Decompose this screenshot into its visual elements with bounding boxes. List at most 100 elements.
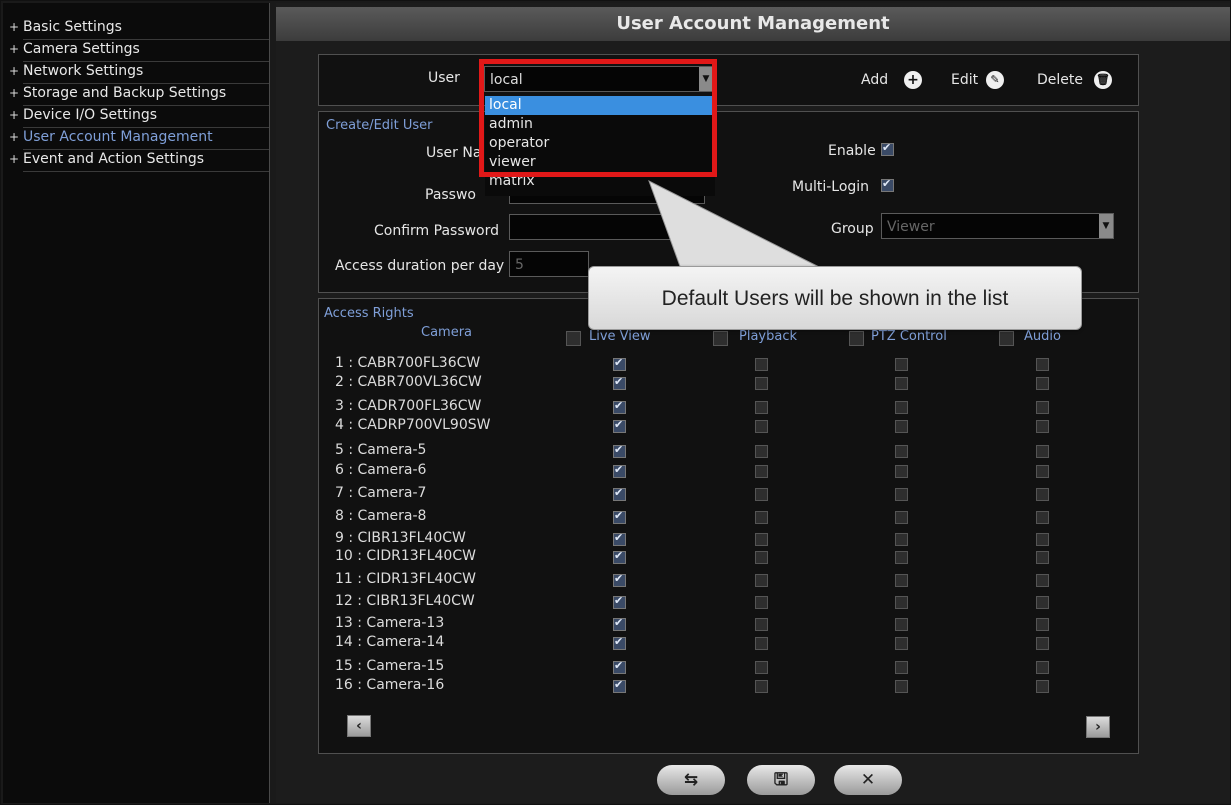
playback-checkbox[interactable] [755,465,768,478]
playback-checkbox[interactable] [755,401,768,414]
sidebar-item-basic-settings[interactable]: + Basic Settings [9,17,269,40]
live-checkbox[interactable] [613,635,626,650]
audio-checkbox[interactable] [1036,661,1049,674]
sidebar-item-network-settings[interactable]: + Network Settings [9,61,269,84]
playback-checkbox[interactable] [755,488,768,501]
expand-icon: + [9,152,20,166]
live-checkbox[interactable] [613,531,626,546]
playback-checkbox[interactable] [755,574,768,587]
user-select[interactable]: local ▼ [484,66,714,92]
ptz-checkbox[interactable] [895,637,908,650]
live-checkbox[interactable] [613,443,626,458]
group-select[interactable]: Viewer ▼ [881,213,1114,239]
audio-checkbox[interactable] [1036,401,1049,414]
audio-checkbox[interactable] [1036,596,1049,609]
enable-checkbox[interactable] [881,141,894,156]
audio-checkbox[interactable] [1036,618,1049,631]
ptz-checkbox[interactable] [895,401,908,414]
sidebar-item-label: Basic Settings [23,19,122,35]
live-view-all-checkbox[interactable] [566,331,581,346]
audio-checkbox[interactable] [1036,680,1049,693]
live-checkbox[interactable] [613,375,626,390]
ptz-checkbox[interactable] [895,511,908,524]
camera-name: 7 : Camera-7 [335,485,427,501]
ptz-checkbox[interactable] [895,420,908,433]
user-option-operator[interactable]: operator [485,134,715,153]
audio-all-checkbox[interactable] [999,331,1014,346]
delete-user-button[interactable]: 🗑 [1094,71,1112,89]
audio-checkbox[interactable] [1036,420,1049,433]
audio-checkbox[interactable] [1036,465,1049,478]
sidebar-item-device-io[interactable]: + Device I/O Settings [9,105,269,128]
playback-checkbox[interactable] [755,680,768,693]
edit-user-button[interactable]: ✎ [986,71,1004,89]
audio-checkbox[interactable] [1036,488,1049,501]
camera-name: 10 : CIDR13FL40CW [335,548,476,564]
ptz-checkbox[interactable] [895,680,908,693]
playback-all-checkbox[interactable] [713,331,728,346]
chevron-down-icon: ▼ [699,67,713,91]
ptz-checkbox[interactable] [895,465,908,478]
expand-icon: + [9,108,20,122]
playback-checkbox[interactable] [755,661,768,674]
multi-login-checkbox[interactable] [881,177,894,192]
live-checkbox[interactable] [613,399,626,414]
live-checkbox[interactable] [613,356,626,371]
live-checkbox[interactable] [613,509,626,524]
add-user-button[interactable]: + [904,71,922,89]
sidebar-item-camera-settings[interactable]: + Camera Settings [9,39,269,62]
live-checkbox[interactable] [613,678,626,693]
ptz-checkbox[interactable] [895,445,908,458]
ptz-checkbox[interactable] [895,618,908,631]
playback-checkbox[interactable] [755,596,768,609]
live-checkbox[interactable] [613,594,626,609]
access-duration-field[interactable]: 5 [509,251,589,277]
audio-checkbox[interactable] [1036,445,1049,458]
live-checkbox[interactable] [613,659,626,674]
live-checkbox[interactable] [613,418,626,433]
user-option-local[interactable]: local [485,96,715,115]
sidebar-item-storage-backup[interactable]: + Storage and Backup Settings [9,83,269,106]
scroll-right-button[interactable]: › [1086,716,1110,738]
camera-name: 4 : CADRP700VL90SW [335,417,491,433]
ptz-checkbox[interactable] [895,488,908,501]
user-option-admin[interactable]: admin [485,115,715,134]
playback-checkbox[interactable] [755,445,768,458]
refresh-button[interactable]: ⇆ [657,765,725,795]
live-checkbox[interactable] [613,616,626,631]
audio-checkbox[interactable] [1036,551,1049,564]
playback-checkbox[interactable] [755,533,768,546]
audio-checkbox[interactable] [1036,574,1049,587]
playback-checkbox[interactable] [755,420,768,433]
audio-checkbox[interactable] [1036,637,1049,650]
live-checkbox[interactable] [613,549,626,564]
sidebar-item-event-action[interactable]: + Event and Action Settings [9,149,269,172]
playback-checkbox[interactable] [755,637,768,650]
sidebar-item-user-account-management[interactable]: + User Account Management [9,127,269,150]
save-button[interactable]: 🖫 [747,765,815,795]
cancel-button[interactable]: ✕ [834,765,902,795]
ptz-control-all-checkbox[interactable] [849,331,864,346]
playback-checkbox[interactable] [755,358,768,371]
playback-checkbox[interactable] [755,511,768,524]
ptz-checkbox[interactable] [895,377,908,390]
user-option-viewer[interactable]: viewer [485,153,715,172]
audio-checkbox[interactable] [1036,358,1049,371]
playback-checkbox[interactable] [755,551,768,564]
ptz-checkbox[interactable] [895,551,908,564]
playback-checkbox[interactable] [755,618,768,631]
live-checkbox[interactable] [613,572,626,587]
ptz-checkbox[interactable] [895,358,908,371]
ptz-checkbox[interactable] [895,533,908,546]
scroll-left-button[interactable]: ‹ [347,715,371,737]
ptz-checkbox[interactable] [895,596,908,609]
live-checkbox[interactable] [613,486,626,501]
live-checkbox[interactable] [613,463,626,478]
ptz-checkbox[interactable] [895,574,908,587]
enable-label: Enable [828,143,876,159]
ptz-checkbox[interactable] [895,661,908,674]
audio-checkbox[interactable] [1036,377,1049,390]
playback-checkbox[interactable] [755,377,768,390]
audio-checkbox[interactable] [1036,533,1049,546]
audio-checkbox[interactable] [1036,511,1049,524]
